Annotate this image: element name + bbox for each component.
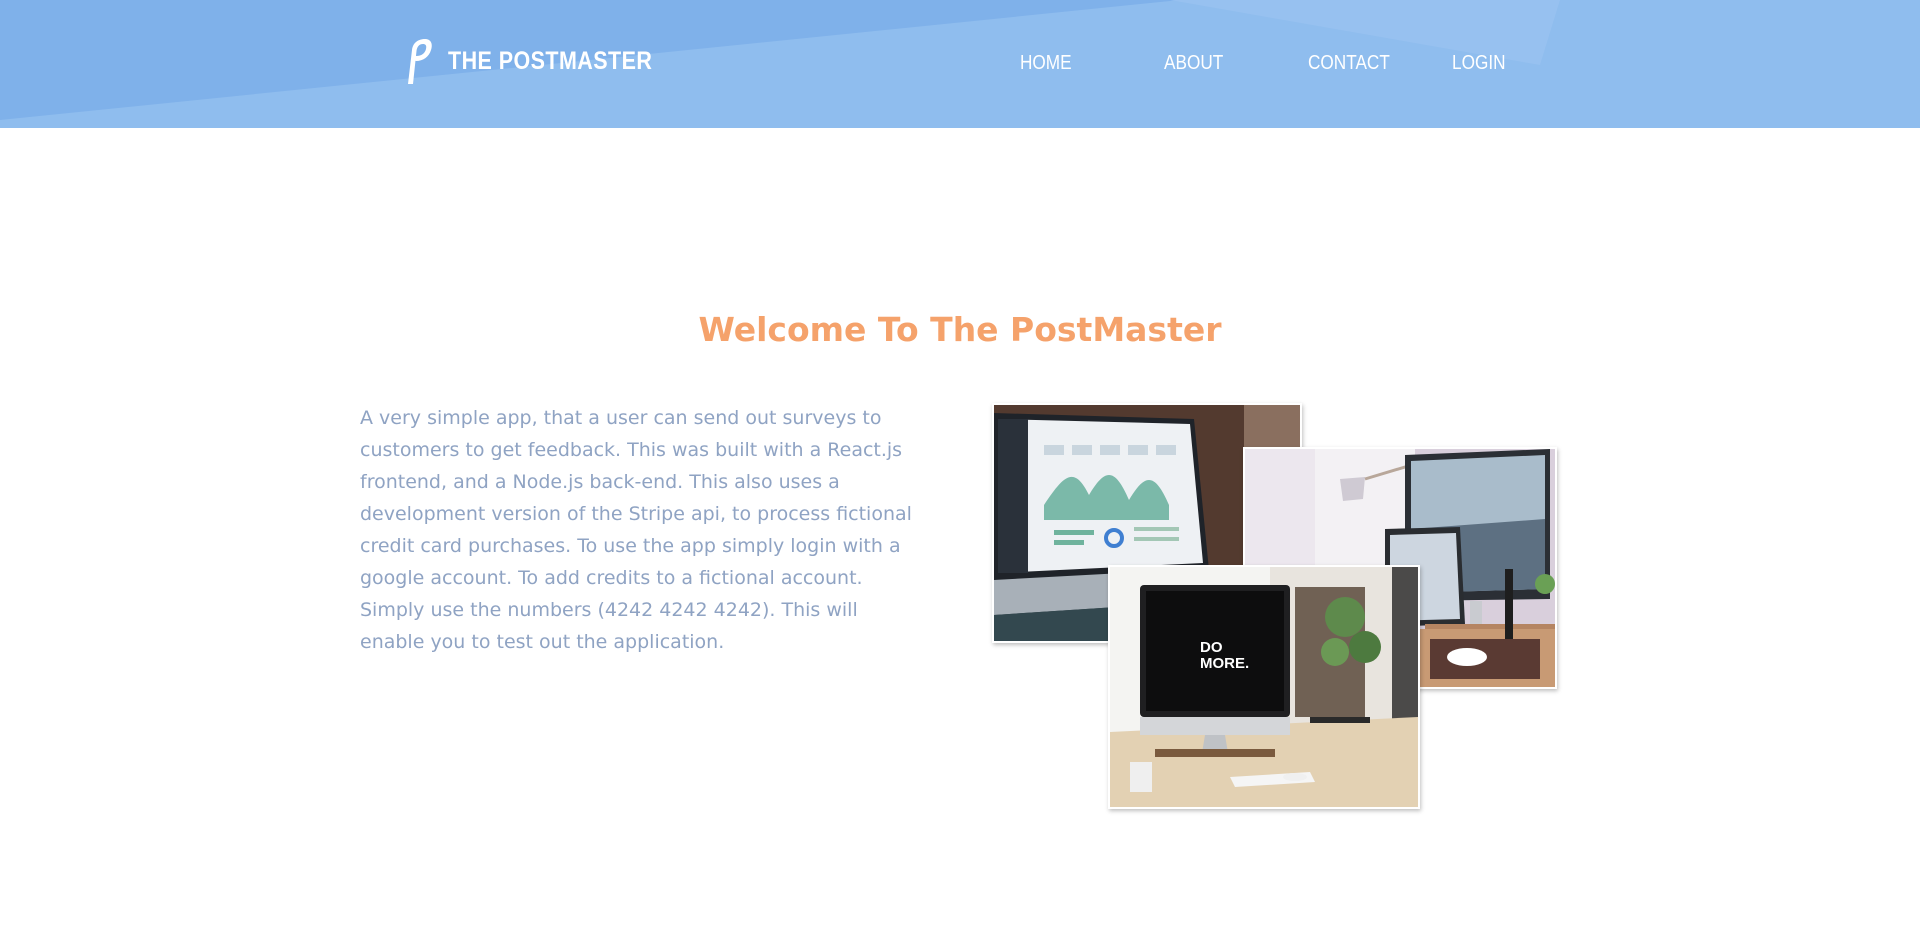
main-nav: HOME ABOUT CONTACT LOGIN <box>0 52 1920 80</box>
nav-contact-link[interactable]: CONTACT <box>1308 52 1390 75</box>
nav-home-link[interactable]: HOME <box>1020 52 1072 75</box>
nav-login-link[interactable]: LOGIN <box>1452 52 1506 75</box>
intro-paragraph: A very simple app, that a user can send … <box>360 407 912 653</box>
imac-do-more-photo: DO MORE. <box>1108 565 1420 809</box>
page-title: Welcome To The PostMaster <box>698 310 1222 349</box>
site-header: THE POSTMASTER HOME ABOUT CONTACT LOGIN <box>0 0 1920 128</box>
monitor-do-more-text: DO <box>1200 639 1223 656</box>
svg-text:MORE.: MORE. <box>1200 655 1249 672</box>
nav-about-link[interactable]: ABOUT <box>1164 52 1223 75</box>
